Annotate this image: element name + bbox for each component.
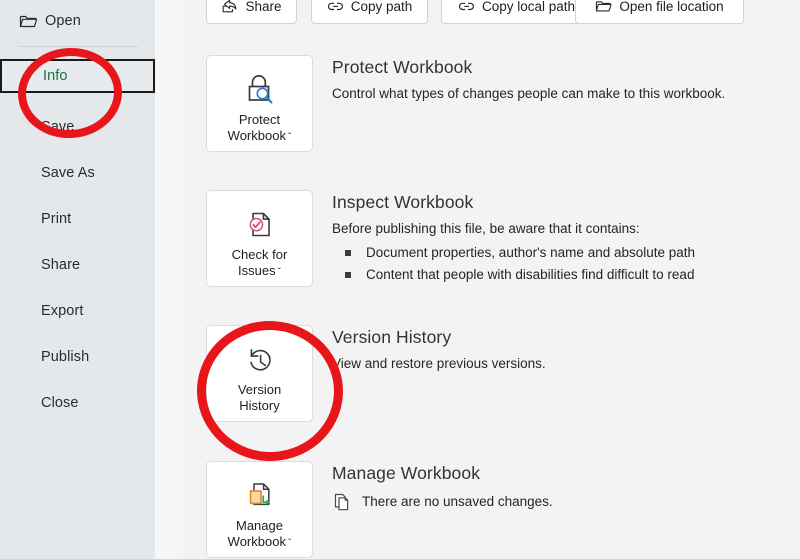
sidebar-separator [18,46,138,47]
button-caption-line2: Workbook [227,128,286,143]
copy-local-path-button[interactable]: Copy local path [441,0,592,24]
button-caption-line2: Issues [238,263,276,278]
square-bullet-icon [345,250,351,256]
sidebar-item-label: Publish [41,349,90,365]
section-body: Protect Workbook Control what types of c… [332,57,800,103]
document-recover-icon [239,475,281,515]
sidebar-item-save[interactable]: Save [0,110,155,144]
sidebar-item-save-as[interactable]: Save As [0,156,155,190]
sidebar-item-publish[interactable]: Publish [0,340,155,374]
folder-open-icon [595,0,612,14]
check-for-issues-button[interactable]: Check for Issues ˇ [206,190,313,287]
button-label: Share [245,0,282,14]
section-title: Protect Workbook [332,57,473,77]
button-caption: Manage Workbook ˇ [228,518,292,552]
open-file-location-button[interactable]: Open file location [575,0,744,24]
sidebar-item-label: Share [41,257,81,273]
status-text: There are no unsaved changes. [362,493,553,509]
lock-magnifier-icon [239,69,281,109]
backstage-view: Open Info Save Save As Print Share Expor… [0,0,800,559]
section-description: View and restore previous versions. [332,356,546,371]
clock-rewind-icon [239,339,281,379]
share-icon [221,0,238,14]
button-caption-line2: Workbook [227,534,286,549]
button-caption-line1: Manage [236,518,283,533]
button-caption-line2: History [239,398,280,413]
chevron-down-icon[interactable]: ˇ [288,132,291,143]
sidebar-gutter [155,0,183,559]
share-button[interactable]: Share [206,0,297,24]
section-body: Manage Workbook There are no unsaved cha… [332,463,800,512]
button-caption-line1: Check for [231,247,288,262]
sidebar-item-close[interactable]: Close [0,386,155,420]
link-icon [327,0,344,14]
chevron-down-icon[interactable]: ˇ [278,267,281,278]
button-caption: Version History [238,382,281,414]
button-caption: Protect Workbook ˇ [228,112,292,146]
button-label: Copy local path [481,0,576,14]
button-label: Copy path [350,0,413,14]
sidebar-item-open[interactable]: Open [0,4,155,38]
list-item: Content that people with disabilities fi… [332,264,800,286]
folder-open-icon [18,13,38,29]
section-body: Version History View and restore previou… [332,327,800,373]
section-title: Manage Workbook [332,463,481,483]
list-item: Document properties, author's name and a… [332,242,800,264]
sidebar-item-print[interactable]: Print [0,202,155,236]
inspect-findings-list: Document properties, author's name and a… [332,242,800,286]
sidebar-item-share[interactable]: Share [0,248,155,282]
link-icon [458,0,475,14]
section-title: Version History [332,327,452,347]
copy-pages-icon [332,490,352,512]
chevron-down-icon[interactable]: ˇ [288,538,291,549]
sidebar-item-label: Save [41,119,75,135]
sidebar-item-label: Open [45,13,81,29]
protect-workbook-button[interactable]: Protect Workbook ˇ [206,55,313,152]
list-item-label: Content that people with disabilities fi… [366,267,695,282]
unsaved-changes-status: There are no unsaved changes. [332,490,800,512]
manage-workbook-button[interactable]: Manage Workbook ˇ [206,461,313,558]
button-label: Open file location [619,0,724,14]
button-caption-line1: Protect [238,112,281,127]
section-title: Inspect Workbook [332,192,474,212]
document-check-icon [239,204,281,244]
section-body: Inspect Workbook Before publishing this … [332,192,800,286]
sidebar-item-info[interactable]: Info [0,59,155,93]
sidebar-item-label: Close [41,395,79,411]
copy-path-button[interactable]: Copy path [311,0,428,24]
sidebar-item-label: Print [41,211,72,227]
sidebar-item-label: Info [43,68,68,84]
button-caption: Check for Issues ˇ [232,247,288,281]
sidebar-item-label: Save As [41,165,95,181]
list-item-label: Document properties, author's name and a… [366,245,696,260]
version-history-button[interactable]: Version History [206,325,313,422]
section-description: Before publishing this file, be aware th… [332,221,640,236]
square-bullet-icon [345,272,351,278]
sidebar-item-export[interactable]: Export [0,294,155,328]
button-caption-line1: Version [237,382,282,397]
section-description: Control what types of changes people can… [332,86,726,101]
sidebar-item-label: Export [41,303,84,319]
